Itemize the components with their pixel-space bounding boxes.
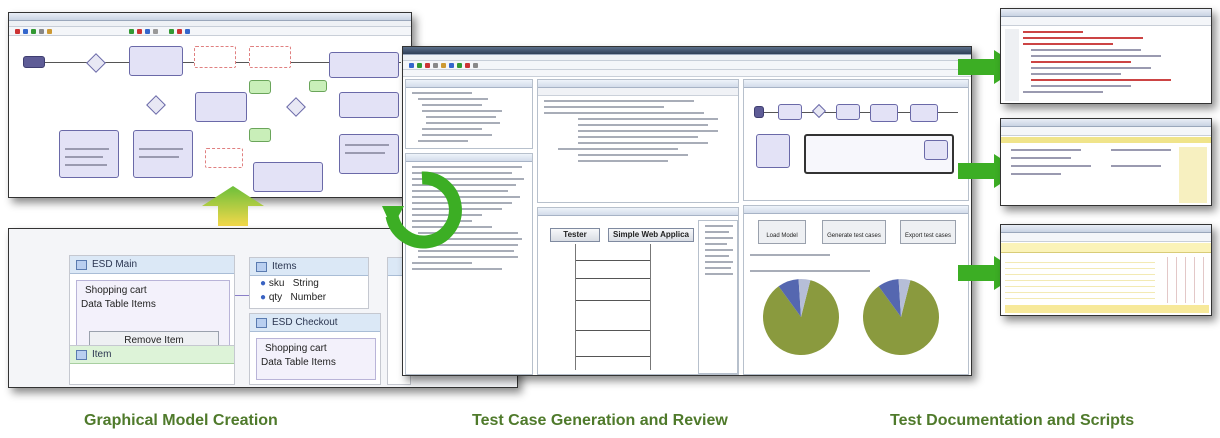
decision-table-node <box>249 128 271 142</box>
model-node <box>924 140 948 160</box>
form-icon <box>76 350 87 360</box>
model-node <box>329 52 399 78</box>
items-title: Items <box>272 261 297 272</box>
decision-node <box>86 53 106 73</box>
title-bar <box>9 13 411 21</box>
field-name: sku <box>268 278 285 289</box>
field-row: ● sku String <box>260 278 319 289</box>
progress-pane: Load Model Generate test cases Export te… <box>743 205 969 375</box>
pie-chart-covered <box>763 279 839 355</box>
cart-title: Shopping cart <box>85 285 147 296</box>
tester-lifeline-button[interactable]: Tester <box>550 228 600 242</box>
field-type: String <box>292 278 319 289</box>
esd-checkout-panel: ESD Checkout Shopping cart Data Table It… <box>249 313 381 385</box>
decision-node <box>146 95 166 115</box>
steps-list <box>698 220 738 374</box>
item-panel: Item <box>69 345 235 385</box>
cart-title: Shopping cart <box>265 343 327 354</box>
test-report-screenshot <box>1000 118 1212 206</box>
generate-test-cases-button[interactable]: Generate test cases <box>822 220 886 244</box>
toolbar <box>403 61 971 70</box>
title-bar <box>1001 119 1211 127</box>
pane-header <box>744 206 968 214</box>
model-node <box>910 104 938 122</box>
note-node <box>205 148 243 168</box>
model-editor-screenshot <box>8 12 412 198</box>
title-bar <box>403 47 971 55</box>
model-node <box>870 104 898 122</box>
perspective-bar <box>403 70 971 77</box>
item-title: Item <box>92 349 112 360</box>
title-bar <box>1001 225 1211 233</box>
form-icon <box>76 260 87 270</box>
start-node <box>754 106 764 118</box>
note-node <box>249 46 291 68</box>
refresh-cycle-icon <box>382 171 462 249</box>
note-node <box>194 46 236 68</box>
decision-table-node <box>309 80 327 92</box>
test-targets-pane <box>537 79 739 203</box>
checkout-title: ESD Checkout <box>272 317 338 328</box>
pane-header <box>538 80 738 88</box>
form-icon <box>256 318 267 328</box>
pane-header <box>406 154 532 162</box>
toolbar <box>1001 233 1211 242</box>
caption-model-creation: Graphical Model Creation <box>84 412 278 429</box>
model-node <box>133 130 193 178</box>
sequence-pane: Tester Simple Web Applica <box>537 207 739 375</box>
model-node <box>129 46 183 76</box>
model-diagram-pane <box>743 79 969 201</box>
panel-header: ESD Checkout <box>250 314 380 332</box>
panel-header: ESD Main <box>70 256 234 274</box>
model-node <box>778 104 802 120</box>
table-icon <box>256 262 267 272</box>
field-type: Number <box>290 292 327 303</box>
items-panel: Items ● sku String ● qty Number <box>249 257 369 309</box>
start-node <box>23 56 45 68</box>
panel-header: Item <box>70 346 234 364</box>
decision-node <box>811 103 827 119</box>
model-canvas <box>9 36 411 197</box>
caption-test-generation: Test Case Generation and Review <box>472 412 728 429</box>
pane-header <box>406 80 532 88</box>
panel-header: Items <box>250 258 368 276</box>
cart-subtitle: Data Table Items <box>81 299 156 310</box>
load-model-button[interactable]: Load Model <box>758 220 806 244</box>
model-node <box>339 92 399 118</box>
model-node <box>836 104 860 120</box>
esd-main-title: ESD Main <box>92 259 138 270</box>
pie-chart-uncovered <box>863 279 939 355</box>
model-node <box>59 130 119 178</box>
model-node <box>756 134 790 168</box>
test-script-screenshot <box>1000 8 1212 104</box>
toolbar <box>9 27 411 36</box>
field-name: qty <box>268 292 283 303</box>
test-generation-app-screenshot: Tester Simple Web Applica Load Model Gen… <box>402 46 972 376</box>
decision-table-node <box>249 80 271 94</box>
cart-subtitle: Data Table Items <box>261 357 336 368</box>
model-node <box>195 92 247 122</box>
web-app-lifeline-button[interactable]: Simple Web Applica <box>608 228 694 242</box>
toolbar <box>1001 17 1211 26</box>
shopping-cart-box: Shopping cart Data Table Items <box>256 338 376 380</box>
project-explorer-pane <box>405 79 533 149</box>
title-bar <box>1001 9 1211 17</box>
pane-header <box>538 208 738 216</box>
toolbar <box>1001 127 1211 136</box>
composite-figure: ESD Main Shopping cart Data Table Items … <box>0 0 1220 438</box>
field-row: ● qty Number <box>260 292 327 303</box>
caption-test-documentation: Test Documentation and Scripts <box>890 412 1135 429</box>
up-arrow-icon <box>202 186 264 226</box>
pane-header <box>744 80 968 88</box>
decision-node <box>286 97 306 117</box>
test-spreadsheet-screenshot <box>1000 224 1212 316</box>
model-node <box>339 134 399 174</box>
export-test-cases-button[interactable]: Export test cases <box>900 220 956 244</box>
